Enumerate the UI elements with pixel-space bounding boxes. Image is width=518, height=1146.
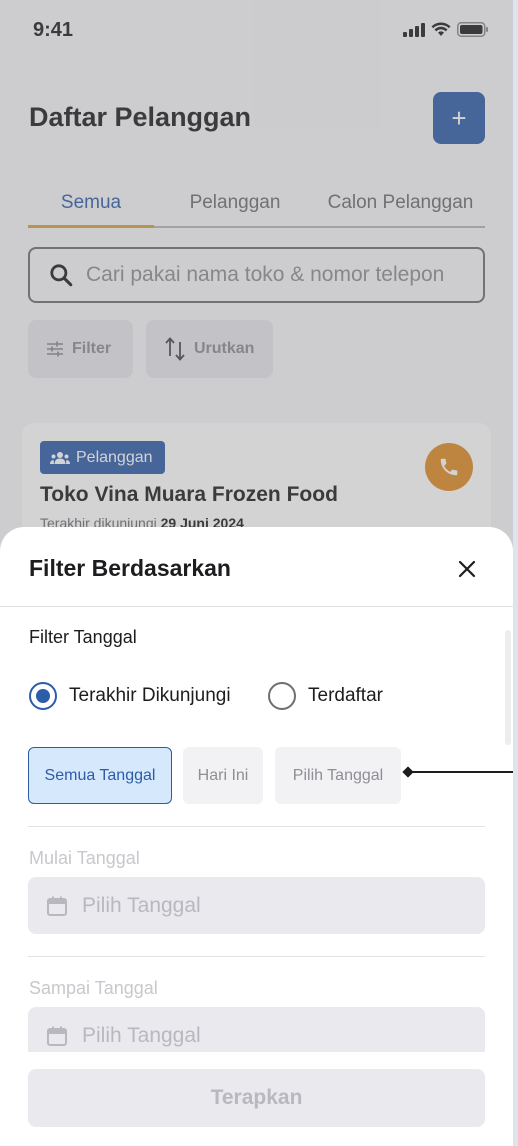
sheet-divider	[0, 606, 513, 607]
end-date-placeholder: Pilih Tanggal	[82, 1023, 201, 1047]
section-divider	[28, 956, 485, 957]
radio-unselected-icon	[268, 682, 296, 710]
radio-registered-label: Terdaftar	[308, 685, 383, 706]
close-icon	[458, 560, 476, 578]
radio-last-visited[interactable]: Terakhir Dikunjungi	[29, 682, 231, 710]
section-divider	[28, 826, 485, 827]
sheet-footer: Terapkan	[0, 1052, 513, 1146]
calendar-icon	[47, 1026, 67, 1046]
start-date-placeholder: Pilih Tanggal	[82, 893, 201, 917]
radio-selected-icon	[29, 682, 57, 710]
close-button[interactable]	[453, 555, 481, 583]
annotation-pointer-dot	[402, 766, 414, 778]
date-filter-label: Filter Tanggal	[29, 627, 137, 647]
filter-bottom-sheet: Filter Berdasarkan Filter Tanggal Terakh…	[0, 527, 513, 1146]
pill-all-dates[interactable]: Semua Tanggal	[28, 747, 172, 804]
pill-pick-date[interactable]: Pilih Tanggal	[275, 747, 401, 804]
apply-button[interactable]: Terapkan	[28, 1069, 485, 1127]
annotation-pointer-line	[409, 771, 513, 773]
calendar-icon	[47, 896, 67, 916]
radio-last-visited-label: Terakhir Dikunjungi	[69, 685, 231, 706]
sheet-scrollbar[interactable]	[505, 630, 511, 745]
pill-today[interactable]: Hari Ini	[183, 747, 263, 804]
radio-registered[interactable]: Terdaftar	[268, 682, 383, 710]
end-date-label: Sampai Tanggal	[29, 978, 158, 998]
start-date-label: Mulai Tanggal	[29, 848, 140, 868]
sheet-title: Filter Berdasarkan	[29, 555, 231, 581]
start-date-input[interactable]: Pilih Tanggal	[28, 877, 485, 934]
screen-edge	[513, 0, 518, 1146]
